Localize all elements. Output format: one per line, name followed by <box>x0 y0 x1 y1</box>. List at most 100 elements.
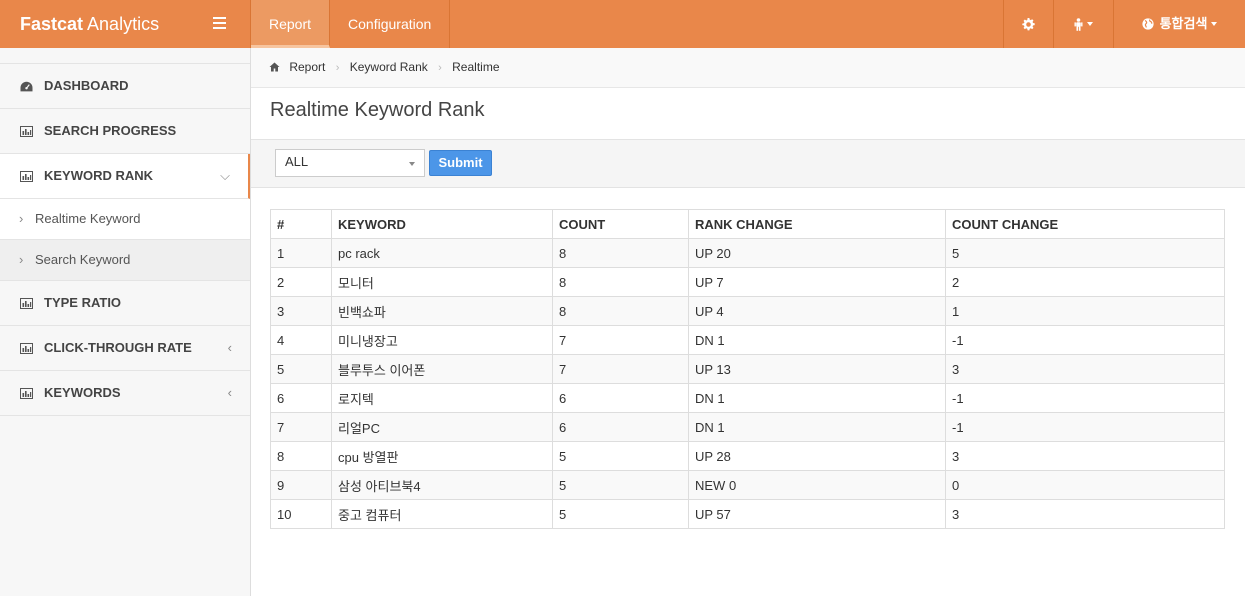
sidebar-item-dashboard[interactable]: DASHBOARD <box>0 64 250 109</box>
table-header-row: # KEYWORD COUNT RANK CHANGE COUNT CHANGE <box>270 209 1225 239</box>
breadcrumb-report[interactable]: Report <box>289 60 325 74</box>
cell-count: 5 <box>552 470 689 500</box>
cell-count: 6 <box>552 412 689 442</box>
globe-icon <box>1141 18 1154 30</box>
cell-count-change: 3 <box>945 499 1225 529</box>
table-row: 4 미니냉장고 7 DN 1 -1 <box>270 325 1225 355</box>
sidebar-subitem-label: Realtime Keyword <box>35 211 141 226</box>
cell-rank: 10 <box>270 499 332 529</box>
sidebar-item-keywords[interactable]: KEYWORDS ‹ <box>0 371 250 416</box>
keyword-rank-table: # KEYWORD COUNT RANK CHANGE COUNT CHANGE… <box>270 209 1225 529</box>
main-content: Report › Keyword Rank › Realtime Realtim… <box>251 48 1245 596</box>
cell-rank-change: UP 13 <box>688 354 946 384</box>
breadcrumb-keyword-rank[interactable]: Keyword Rank <box>350 60 428 74</box>
submit-button[interactable]: Submit <box>429 150 492 176</box>
chevron-down-icon <box>409 162 415 166</box>
table-row: 2 모니터 8 UP 7 2 <box>270 267 1225 297</box>
bar-chart-icon <box>20 388 33 399</box>
cell-rank: 2 <box>270 267 332 297</box>
sidebar-item-label: TYPE RATIO <box>44 295 122 310</box>
page-title: Realtime Keyword Rank <box>251 88 1245 140</box>
sidebar-item-search-progress[interactable]: SEARCH PROGRESS <box>0 109 250 154</box>
filter-bar: ALL Submit <box>251 140 1245 188</box>
cell-rank-change: UP 20 <box>688 238 946 268</box>
column-header-count-change: COUNT CHANGE <box>945 209 1225 239</box>
cell-keyword: 빈백쇼파 <box>331 296 553 326</box>
menu-toggle-icon[interactable] <box>208 14 232 34</box>
cell-count-change: 0 <box>945 470 1225 500</box>
gear-icon <box>1022 17 1035 30</box>
chevron-left-icon: ‹ <box>227 340 232 355</box>
top-navbar: Fastcat Analytics Report Configuration 통… <box>0 0 1245 48</box>
cell-keyword: cpu 방열판 <box>331 441 553 471</box>
home-icon <box>269 62 280 72</box>
cell-count-change: 2 <box>945 267 1225 297</box>
cell-count-change: 3 <box>945 441 1225 471</box>
bar-chart-icon <box>20 343 33 354</box>
cell-rank: 9 <box>270 470 332 500</box>
breadcrumb-separator-icon: › <box>335 62 340 74</box>
sidebar-subitem-label: Search Keyword <box>35 252 131 267</box>
table-row: 3 빈백쇼파 8 UP 4 1 <box>270 296 1225 326</box>
sidebar-item-type-ratio[interactable]: TYPE RATIO <box>0 281 250 326</box>
table-row: 9 삼성 아티브북4 5 NEW 0 0 <box>270 470 1225 500</box>
cell-count: 7 <box>552 325 689 355</box>
cell-keyword: 블루투스 이어폰 <box>331 354 553 384</box>
column-header-count: COUNT <box>552 209 689 239</box>
cell-rank: 1 <box>270 238 332 268</box>
sidebar-item-label: KEYWORD RANK <box>44 168 154 183</box>
sidebar-item-click-through-rate[interactable]: CLICK-THROUGH RATE ‹ <box>0 326 250 371</box>
cell-keyword: 로지텍 <box>331 383 553 413</box>
integrated-search-menu[interactable]: 통합검색 <box>1113 0 1245 48</box>
table-row: 5 블루투스 이어폰 7 UP 13 3 <box>270 354 1225 384</box>
sidebar-item-label: DASHBOARD <box>44 78 129 93</box>
bar-chart-icon <box>20 126 33 137</box>
breadcrumb: Report › Keyword Rank › Realtime <box>251 48 1245 88</box>
cell-rank: 6 <box>270 383 332 413</box>
cell-rank: 4 <box>270 325 332 355</box>
sidebar-item-label: CLICK-THROUGH RATE <box>44 340 192 355</box>
cell-count: 8 <box>552 267 689 297</box>
cell-keyword: 삼성 아티브북4 <box>331 470 553 500</box>
brand-name-bold: Fastcat <box>20 14 84 34</box>
sidebar-item-keyword-rank[interactable]: KEYWORD RANK ⌵ <box>0 154 250 199</box>
cell-rank-change: DN 1 <box>688 383 946 413</box>
cell-rank-change: NEW 0 <box>688 470 946 500</box>
table-row: 10 중고 컴퓨터 5 UP 57 3 <box>270 499 1225 529</box>
cell-count: 6 <box>552 383 689 413</box>
cell-rank: 7 <box>270 412 332 442</box>
dashboard-icon <box>20 81 33 92</box>
cell-rank: 8 <box>270 441 332 471</box>
cell-count-change: -1 <box>945 383 1225 413</box>
tab-configuration[interactable]: Configuration <box>330 0 451 48</box>
cell-count: 8 <box>552 296 689 326</box>
sidebar-subitem-realtime-keyword[interactable]: › Realtime Keyword <box>0 199 250 240</box>
category-select[interactable]: ALL <box>275 149 425 177</box>
cell-rank: 3 <box>270 296 332 326</box>
bar-chart-icon <box>20 298 33 309</box>
cell-rank-change: DN 1 <box>688 412 946 442</box>
integrated-search-label: 통합검색 <box>1159 16 1208 31</box>
column-header-rank-change: RANK CHANGE <box>688 209 946 239</box>
cell-count-change: 1 <box>945 296 1225 326</box>
cell-count: 5 <box>552 499 689 529</box>
cell-count-change: 5 <box>945 238 1225 268</box>
bar-chart-icon <box>20 171 33 182</box>
cell-keyword: 모니터 <box>331 267 553 297</box>
tab-report[interactable]: Report <box>251 0 331 48</box>
cell-count: 5 <box>552 441 689 471</box>
category-select-value: ALL <box>285 154 309 169</box>
cell-keyword: pc rack <box>331 238 553 268</box>
table-row: 8 cpu 방열판 5 UP 28 3 <box>270 441 1225 471</box>
breadcrumb-realtime: Realtime <box>452 60 500 74</box>
cell-count-change: -1 <box>945 325 1225 355</box>
sidebar: DASHBOARD SEARCH PROGRESS KEYWORD RANK ⌵… <box>0 48 251 596</box>
cell-count-change: -1 <box>945 412 1225 442</box>
user-menu-button[interactable] <box>1053 0 1113 48</box>
breadcrumb-separator-icon: › <box>438 62 442 74</box>
cell-rank-change: UP 7 <box>688 267 946 297</box>
sidebar-subitem-search-keyword[interactable]: › Search Keyword <box>0 240 250 281</box>
cell-keyword: 미니냉장고 <box>331 325 553 355</box>
cell-rank-change: UP 28 <box>688 441 946 471</box>
settings-button[interactable] <box>1003 0 1053 48</box>
